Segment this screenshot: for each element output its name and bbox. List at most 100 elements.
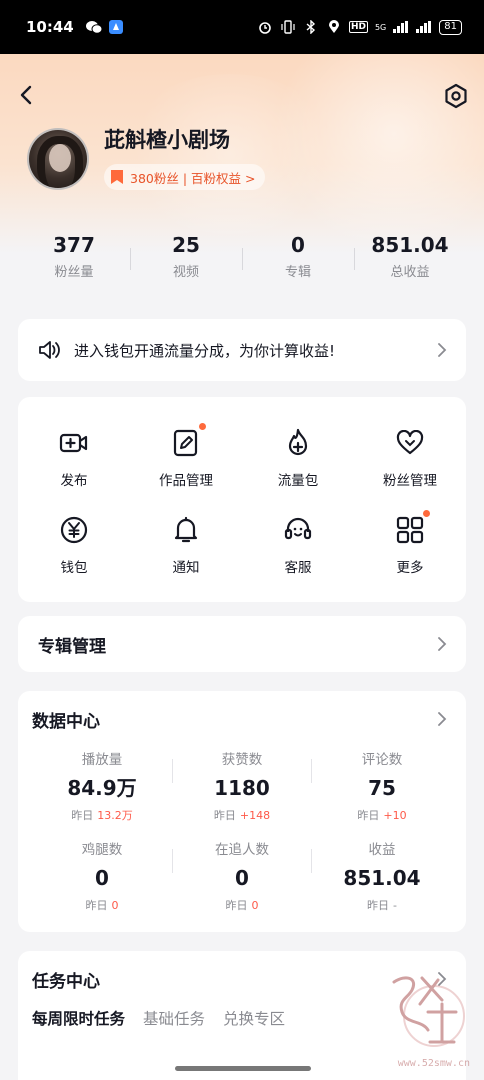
metric-value: 1180 <box>214 776 270 800</box>
watermark-url: www.52smw.cn <box>397 1058 470 1069</box>
edit-icon <box>170 423 206 459</box>
tool-label: 通知 <box>172 559 200 576</box>
metric-label: 获赞数 <box>221 752 263 768</box>
tool-label: 发布 <box>60 473 88 490</box>
metric-change: +148 <box>239 809 271 822</box>
tool-notifications[interactable]: 通知 <box>130 502 242 589</box>
status-bar: 10:44 HD 5G 81 <box>0 0 484 54</box>
tool-customer-service[interactable]: 客服 <box>242 502 354 589</box>
chevron-right-icon <box>438 343 447 357</box>
wallet-yen-icon <box>58 514 90 546</box>
speaker-icon <box>39 341 60 359</box>
yesterday-label: 昨日 <box>225 899 248 912</box>
header-glow-secondary <box>120 74 340 234</box>
chevron-right-icon <box>438 712 447 726</box>
tool-label: 更多 <box>396 559 424 576</box>
back-button[interactable] <box>14 82 38 108</box>
album-title: 专辑管理 <box>38 636 106 657</box>
tool-label: 钱包 <box>60 559 88 576</box>
stat-value: 377 <box>53 233 95 257</box>
metric-label: 播放量 <box>81 752 123 768</box>
tool-traffic-pack[interactable]: 流量包 <box>242 415 354 502</box>
status-left-icons <box>85 19 124 35</box>
metric-yesterday: 昨日 +148 <box>214 807 270 823</box>
battery-indicator: 81 <box>439 19 462 35</box>
metric-value: 75 <box>368 776 396 800</box>
stat-label: 专辑 <box>284 265 311 280</box>
location-icon <box>326 19 342 35</box>
username: 茈斛楂小剧场 <box>104 128 230 152</box>
task-center-title: 任务中心 <box>32 971 100 992</box>
tool-wallet[interactable]: 钱包 <box>18 502 130 589</box>
metric-change: +10 <box>383 809 407 822</box>
metric-comments[interactable]: 评论数 75 昨日 +10 <box>312 751 452 823</box>
stat-label: 总收益 <box>390 265 430 280</box>
stat-label: 粉丝量 <box>54 265 94 280</box>
heart-icon <box>394 427 426 459</box>
metric-likes[interactable]: 获赞数 1180 昨日 +148 <box>172 751 312 823</box>
stat-value: 851.04 <box>371 233 449 257</box>
wallet-promo-banner[interactable]: 进入钱包开通流量分成，为你计算收益! <box>18 319 466 381</box>
metric-drumsticks[interactable]: 鸡腿数 0 昨日 0 <box>32 841 172 913</box>
stat-albums[interactable]: 0 专辑 <box>242 232 354 284</box>
profile-stats: 377 粉丝量 25 视频 0 专辑 851.04 总收益 <box>18 232 466 284</box>
metric-yesterday: 昨日 +10 <box>357 807 406 823</box>
tool-publish[interactable]: 发布 <box>18 415 130 502</box>
stat-value: 0 <box>291 233 305 257</box>
metric-change: 13.2万 <box>97 809 133 822</box>
yesterday-label: 昨日 <box>71 809 94 822</box>
tool-works-management[interactable]: 作品管理 <box>130 415 242 502</box>
bell-icon <box>170 514 202 546</box>
metric-label: 鸡腿数 <box>81 842 123 858</box>
fans-badge-text: 380粉丝 | 百粉权益 > <box>130 170 256 186</box>
headset-icon <box>282 514 314 546</box>
data-center-header[interactable]: 数据中心 <box>32 707 452 732</box>
album-management-row[interactable]: 专辑管理 <box>18 616 466 672</box>
tools-grid: 发布 作品管理 流量包 粉丝管理 钱包 通知 客服 更多 <box>18 397 466 602</box>
metric-income[interactable]: 收益 851.04 昨日 - <box>312 841 452 913</box>
hd-label: HD <box>348 21 368 33</box>
chevron-right-icon <box>438 637 447 651</box>
grid-icon <box>394 509 430 546</box>
home-indicator[interactable] <box>175 1066 311 1071</box>
notification-dot <box>423 509 430 517</box>
tool-label: 粉丝管理 <box>383 473 437 490</box>
bookmark-icon <box>111 170 123 184</box>
signal-2-icon <box>416 19 432 35</box>
metric-label: 收益 <box>368 842 396 858</box>
avatar[interactable] <box>27 128 89 190</box>
promo-text: 进入钱包开通流量分成，为你计算收益! <box>74 341 336 360</box>
wechat-icon <box>85 19 102 35</box>
tool-fans-management[interactable]: 粉丝管理 <box>354 415 466 502</box>
yesterday-label: 昨日 <box>213 809 236 822</box>
metric-change: 0 <box>251 899 259 912</box>
fans-benefits-badge[interactable]: 380粉丝 | 百粉权益 > <box>104 164 266 190</box>
metric-value: 84.9万 <box>67 776 137 800</box>
tab-weekly-tasks[interactable]: 每周限时任务 <box>32 1007 125 1029</box>
settings-button[interactable] <box>442 82 470 110</box>
yesterday-label: 昨日 <box>357 809 380 822</box>
stat-fans[interactable]: 377 粉丝量 <box>18 232 130 284</box>
stat-total-income[interactable]: 851.04 总收益 <box>354 232 466 284</box>
flame-plus-icon <box>282 427 314 459</box>
vibrate-icon <box>280 19 296 35</box>
alarm-icon <box>257 19 273 35</box>
stat-videos[interactable]: 25 视频 <box>130 232 242 284</box>
data-center-title: 数据中心 <box>32 711 100 732</box>
metric-plays[interactable]: 播放量 84.9万 昨日 13.2万 <box>32 751 172 823</box>
app-notification-icon <box>108 19 124 35</box>
video-camera-icon <box>58 427 90 459</box>
tab-exchange-zone[interactable]: 兑换专区 <box>223 1007 285 1029</box>
tool-more[interactable]: 更多 <box>354 502 466 589</box>
metric-change: 0 <box>111 899 119 912</box>
yesterday-label: 昨日 <box>85 899 108 912</box>
settings-hexagon-icon <box>445 83 467 109</box>
metric-yesterday: 昨日 0 <box>86 897 119 913</box>
stat-label: 视频 <box>172 265 199 280</box>
tool-label: 客服 <box>284 559 312 576</box>
tab-basic-tasks[interactable]: 基础任务 <box>143 1007 205 1029</box>
metric-yesterday: 昨日 0 <box>226 897 259 913</box>
metric-followers-watching[interactable]: 在追人数 0 昨日 0 <box>172 841 312 913</box>
chevron-left-icon <box>20 85 32 105</box>
metric-label: 在追人数 <box>215 842 269 858</box>
